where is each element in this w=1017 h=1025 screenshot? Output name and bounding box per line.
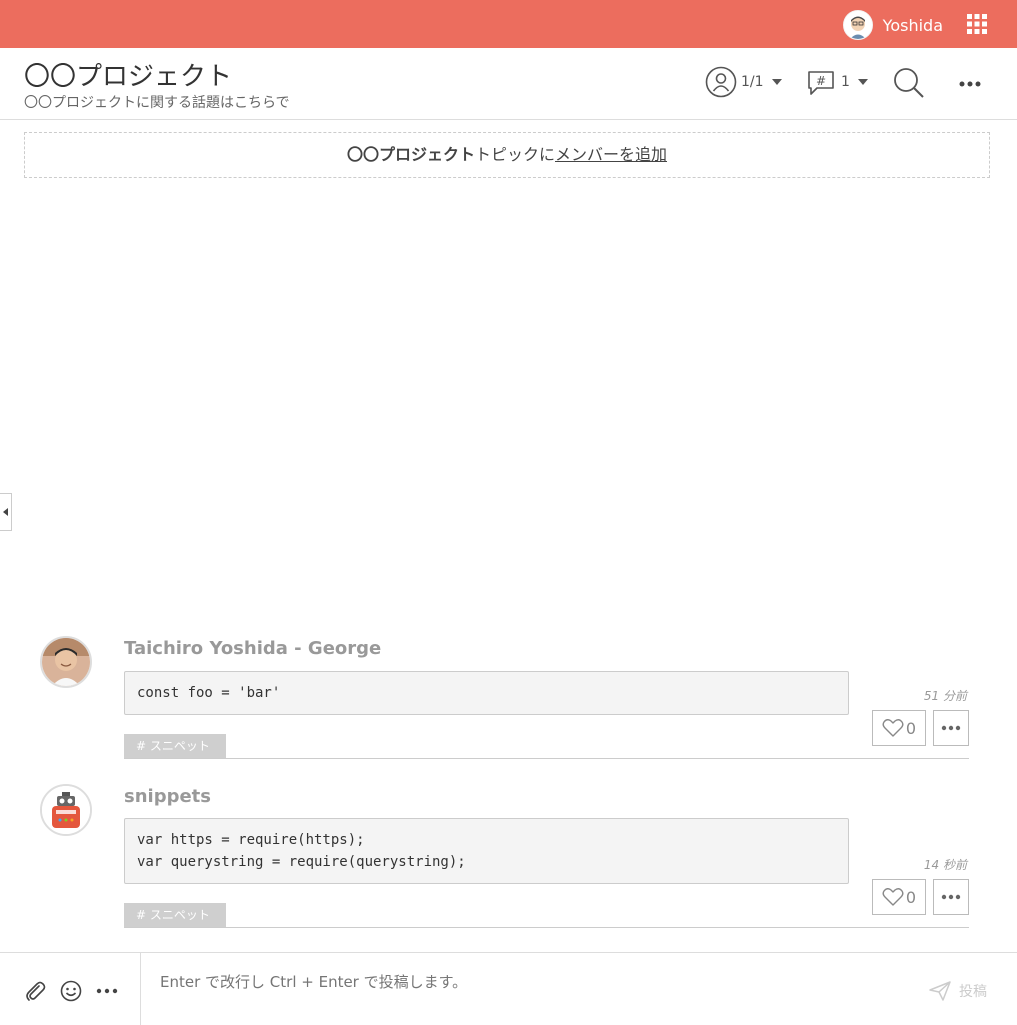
members-button[interactable]: 1/1: [705, 66, 782, 98]
message-time: 14 秒前: [923, 858, 967, 872]
add-member-link[interactable]: メンバーを追加: [555, 145, 667, 164]
message-more-button[interactable]: [933, 879, 969, 915]
avatar[interactable]: [40, 636, 92, 688]
divider: [124, 927, 969, 928]
tag-badge[interactable]: # スニペット: [124, 903, 226, 927]
divider: [124, 758, 969, 759]
topics-button[interactable]: # 1: [805, 66, 868, 98]
topic-header: 〇〇プロジェクト 〇〇プロジェクトに関する話題はこちらで 1/1 # 1: [0, 48, 1017, 120]
user-menu[interactable]: Yoshida: [842, 10, 943, 40]
send-icon: [929, 981, 951, 1001]
sidebar-toggle[interactable]: [0, 493, 12, 531]
like-count: 0: [905, 718, 917, 738]
username[interactable]: Yoshida: [883, 16, 943, 35]
smiley-icon[interactable]: [60, 980, 82, 1002]
composer-tools: [0, 953, 141, 1025]
banner-project-name: 〇〇プロジェクト: [346, 145, 475, 164]
more-icon[interactable]: [96, 988, 118, 994]
message-input[interactable]: [160, 973, 900, 991]
chevron-down-icon: [771, 79, 782, 85]
more-icon: [941, 725, 961, 731]
chevron-down-icon: [857, 79, 868, 85]
avatar[interactable]: [40, 784, 92, 836]
svg-text:#: #: [816, 74, 826, 88]
members-count: 1/1: [741, 74, 764, 90]
like-button[interactable]: 0: [872, 710, 926, 746]
add-member-banner: 〇〇プロジェクトトピックにメンバーを追加: [24, 132, 990, 178]
search-icon[interactable]: [892, 66, 926, 100]
page-title: 〇〇プロジェクト: [24, 62, 233, 92]
heart-icon: [882, 888, 904, 906]
paperclip-icon[interactable]: [24, 980, 46, 1002]
top-bar: Yoshida: [0, 0, 1017, 48]
send-label: 投稿: [959, 984, 987, 1000]
user-avatar[interactable]: [842, 10, 873, 40]
grid-icon[interactable]: [967, 14, 987, 34]
banner-text: トピックに: [474, 145, 555, 164]
code-snippet: var https = require(https); var querystr…: [124, 818, 849, 884]
user-icon: [705, 66, 737, 98]
code-snippet: const foo = 'bar': [124, 671, 849, 715]
send-button[interactable]: 投稿: [929, 981, 987, 1001]
message-more-button[interactable]: [933, 710, 969, 746]
message-composer: 投稿: [0, 952, 1017, 1025]
tag-badge[interactable]: # スニペット: [124, 734, 226, 758]
hashtag-bubble-icon: #: [808, 71, 834, 95]
message-time: 51 分前: [923, 689, 967, 703]
more-icon[interactable]: [958, 80, 982, 88]
like-count: 0: [905, 887, 917, 907]
message-author[interactable]: Taichiro Yoshida - George: [124, 638, 381, 659]
more-icon: [941, 894, 961, 900]
heart-icon: [882, 719, 904, 737]
topics-count: 1: [841, 74, 850, 90]
topic-description: 〇〇プロジェクトに関する話題はこちらで: [24, 95, 290, 111]
like-button[interactable]: 0: [872, 879, 926, 915]
message-author[interactable]: snippets: [124, 786, 211, 807]
